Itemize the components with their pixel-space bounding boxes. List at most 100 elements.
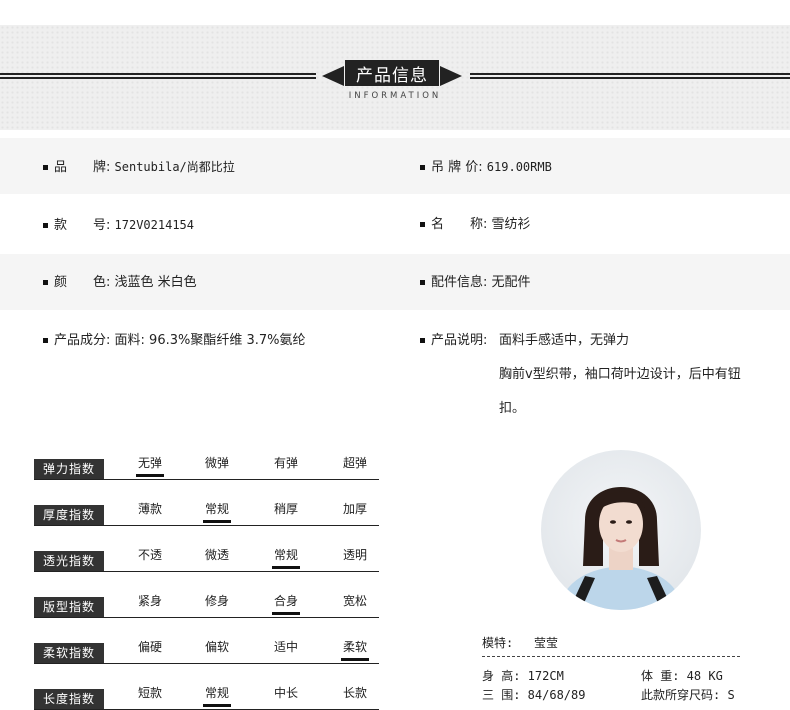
index-option-label: 薄款: [137, 502, 162, 516]
bullet-icon: [43, 165, 48, 170]
selected-underline: [272, 566, 300, 569]
color-cell: 颜 色: 浅蓝色 米白色: [43, 273, 197, 293]
index-option-label: 常规: [273, 548, 298, 562]
index-option: 不透: [120, 546, 180, 569]
selected-underline: [341, 566, 369, 569]
header-line-left: [0, 73, 316, 79]
bullet-icon: [420, 222, 425, 227]
index-option: 中长: [256, 684, 316, 707]
index-option-label: 合身: [273, 594, 298, 608]
bullet-icon: [420, 338, 425, 343]
bullet-icon: [43, 338, 48, 343]
model-measurements: 三 围: 84/68/89: [482, 688, 586, 702]
selected-underline: [272, 704, 300, 707]
info-row-brand: 品 牌: Sentubila/尚都比拉 吊 牌 价: 619.00RMB: [0, 138, 790, 194]
style-cell: 款 号: 172V0214154: [43, 215, 194, 236]
price-label: 吊 牌 价:: [431, 160, 483, 175]
brand-value: Sentubila/尚都比拉: [114, 160, 235, 174]
desc-cell: 产品说明:: [420, 331, 487, 351]
index-option-label: 偏硬: [137, 640, 162, 654]
index-option: 柔软: [325, 638, 385, 661]
index-option: 微弹: [187, 454, 247, 477]
index-option: 透明: [325, 546, 385, 569]
selected-underline: [136, 520, 164, 523]
selected-underline: [341, 704, 369, 707]
index-title: 长度指数: [34, 689, 104, 709]
index-option-label: 修身: [204, 594, 229, 608]
index-option-label: 稍厚: [273, 502, 298, 516]
bullet-icon: [43, 223, 48, 228]
model-height: 身 高: 172CM: [482, 669, 564, 683]
index-option-label: 适中: [273, 640, 298, 654]
style-label: 款 号:: [54, 218, 111, 233]
index-title: 柔软指数: [34, 643, 104, 663]
brand-cell: 品 牌: Sentubila/尚都比拉: [43, 157, 235, 178]
style-value: 172V0214154: [114, 218, 195, 232]
desc-label: 产品说明:: [431, 333, 488, 348]
index-option: 加厚: [325, 500, 385, 523]
index-option-label: 透明: [342, 548, 367, 562]
name-value: 雪纺衫: [491, 217, 531, 232]
index-option: 紧身: [120, 592, 180, 615]
material-value: 面料: 96.3%聚酯纤维 3.7%氨纶: [114, 333, 306, 348]
selected-underline: [203, 612, 231, 615]
selected-underline: [136, 566, 164, 569]
selected-underline: [203, 658, 231, 661]
index-option: 稍厚: [256, 500, 316, 523]
index-option: 超弹: [325, 454, 385, 477]
index-option-label: 超弹: [342, 456, 367, 470]
desc-line-3: 扣。: [499, 401, 526, 416]
color-label: 颜 色:: [54, 275, 111, 290]
index-option: 短款: [120, 684, 180, 707]
index-option-label: 微透: [204, 548, 229, 562]
material-cell: 产品成分: 面料: 96.3%聚酯纤维 3.7%氨纶: [43, 331, 306, 351]
selected-underline: [136, 658, 164, 661]
index-title: 透光指数: [34, 551, 104, 571]
model-portrait-icon: [559, 487, 683, 610]
index-option: 有弹: [256, 454, 316, 477]
index-option-label: 常规: [204, 686, 229, 700]
index-option-label: 加厚: [342, 502, 367, 516]
ribbon-left-icon: [322, 66, 344, 86]
index-title: 厚度指数: [34, 505, 104, 525]
index-title: 弹力指数: [34, 459, 104, 479]
index-option: 常规: [256, 546, 316, 569]
selected-underline: [136, 474, 164, 477]
name-label: 名 称:: [431, 217, 488, 232]
price-cell: 吊 牌 价: 619.00RMB: [420, 157, 552, 178]
desc-line-2: 胸前v型织带，袖口荷叶边设计，后中有钮: [499, 367, 741, 382]
brand-label: 品 牌:: [54, 160, 111, 175]
model-name: 莹莹: [534, 636, 559, 650]
selected-underline: [203, 520, 231, 523]
info-row-material: 产品成分: 面料: 96.3%聚酯纤维 3.7%氨纶 产品说明: 面料手感适中，…: [0, 312, 790, 432]
selected-underline: [203, 704, 231, 707]
index-option-label: 中长: [273, 686, 298, 700]
selected-underline: [341, 520, 369, 523]
model-photo: [541, 450, 701, 610]
index-option-label: 短款: [137, 686, 162, 700]
desc-line-1: 面料手感适中，无弹力: [499, 333, 630, 348]
index-option: 修身: [187, 592, 247, 615]
index-option: 常规: [187, 500, 247, 523]
selected-underline: [272, 658, 300, 661]
index-option-label: 无弹: [137, 456, 162, 470]
index-option: 长款: [325, 684, 385, 707]
selected-underline: [341, 658, 369, 661]
header-line-right: [470, 73, 790, 79]
section-subtitle: INFORMATION: [348, 91, 442, 101]
index-row: 版型指数 紧身 修身 合身 宽松: [34, 590, 379, 618]
index-option-label: 偏软: [204, 640, 229, 654]
index-option: 适中: [256, 638, 316, 661]
index-row: 厚度指数 薄款 常规 稍厚 加厚: [34, 498, 379, 526]
accessory-label: 配件信息:: [431, 275, 488, 290]
color-value: 浅蓝色 米白色: [114, 275, 197, 290]
selected-underline: [272, 474, 300, 477]
index-option-label: 有弹: [273, 456, 298, 470]
index-option-label: 宽松: [342, 594, 367, 608]
section-title: 产品信息: [345, 60, 439, 86]
index-option: 无弹: [120, 454, 180, 477]
index-option: 偏软: [187, 638, 247, 661]
material-label: 产品成分:: [54, 333, 111, 348]
info-row-style: 款 号: 172V0214154 名 称: 雪纺衫: [0, 196, 790, 252]
index-row: 弹力指数 无弹 微弹 有弹 超弹: [34, 452, 379, 480]
